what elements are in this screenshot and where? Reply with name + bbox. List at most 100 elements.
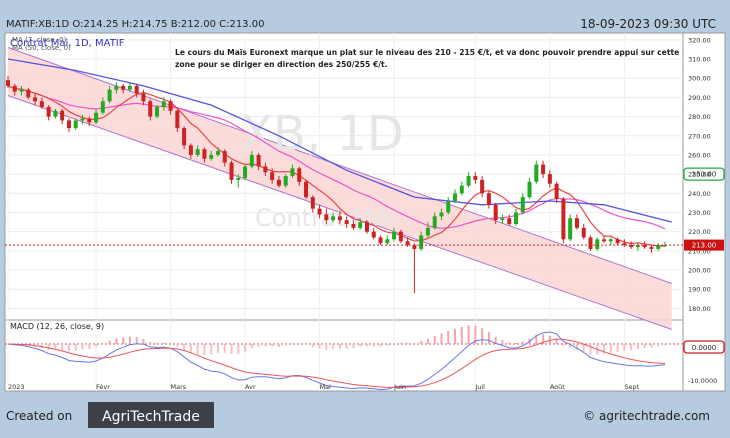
candle-body xyxy=(87,118,92,123)
candle-body xyxy=(615,239,620,244)
candle-body xyxy=(419,235,424,249)
chart-window: XB, 1D Contrat MAI 320.00 310.00 300.00 290… xyxy=(0,0,730,434)
candle-body xyxy=(500,218,505,221)
x-tick-label: Juin xyxy=(393,383,406,391)
candle-body xyxy=(568,218,573,240)
candle-body xyxy=(94,112,99,123)
candle-body xyxy=(588,237,593,249)
candle-body xyxy=(534,164,539,182)
candle-body xyxy=(19,89,24,92)
candle-body xyxy=(480,179,485,194)
candle-body xyxy=(229,162,234,180)
candle-body xyxy=(513,212,518,224)
candle-body xyxy=(405,241,410,246)
candle-body xyxy=(595,239,600,249)
candle-body xyxy=(486,193,491,205)
y-tick-label: 310.00 xyxy=(688,56,711,64)
candle-body xyxy=(66,120,71,129)
candle-body xyxy=(73,120,78,129)
annotation-line-1: Le cours du Maïs Euronext marque un plat… xyxy=(175,48,679,57)
candle-body xyxy=(507,218,512,224)
candle-body xyxy=(425,227,430,236)
y-tick-label: 270.00 xyxy=(688,132,711,140)
candle-body xyxy=(385,239,390,244)
candle-body xyxy=(649,247,654,249)
candle-body xyxy=(520,197,525,213)
y-tick-label: 300.00 xyxy=(688,75,711,83)
candle-body xyxy=(297,168,302,182)
candle-body xyxy=(283,176,288,186)
macd-y-tick-label: -10.0000 xyxy=(688,377,717,385)
candle-body xyxy=(256,154,261,167)
candle xyxy=(283,174,288,188)
candle-body xyxy=(453,193,458,201)
candle-body xyxy=(33,97,38,102)
candle-body xyxy=(243,166,248,178)
last-price-value: 213.00 xyxy=(692,242,717,250)
candle xyxy=(561,197,566,244)
y-tick-label: 280.00 xyxy=(688,113,711,121)
candle xyxy=(568,214,573,242)
x-tick-label: Août xyxy=(550,383,565,391)
candle-body xyxy=(656,245,661,249)
x-tick-label: Mai xyxy=(320,383,332,391)
candle xyxy=(155,105,160,119)
x-tick-label: Févr xyxy=(96,383,110,391)
candle-body xyxy=(561,199,566,240)
candle-body xyxy=(317,208,322,215)
candle-body xyxy=(392,231,397,240)
candle-body xyxy=(364,222,369,232)
candle-body xyxy=(263,166,268,173)
candle-body xyxy=(195,149,200,155)
copyright: © agritechtrade.com xyxy=(583,409,710,423)
candle-body xyxy=(222,151,227,163)
candle-body xyxy=(215,151,220,155)
y-tick-label: 220.00 xyxy=(688,228,711,236)
candle-body xyxy=(148,101,153,117)
candle xyxy=(398,229,403,244)
last-price-tag: 213.00 xyxy=(684,239,724,251)
macd-zero-value: 0.0000 xyxy=(692,344,717,352)
ma7-label: MA (7, close, 0) xyxy=(12,36,67,44)
candle-body xyxy=(493,204,498,221)
candle-body xyxy=(127,85,132,90)
candle-body xyxy=(466,176,471,186)
y-tick-label: 180.00 xyxy=(688,305,711,313)
candle-body xyxy=(270,172,275,180)
candle-body xyxy=(80,118,85,121)
candle-body xyxy=(175,110,180,129)
candle-body xyxy=(161,101,166,107)
candle xyxy=(243,164,248,180)
datetime: 18-09-2023 09:30 UTC xyxy=(580,17,716,31)
candle-body xyxy=(473,176,478,180)
candle-body xyxy=(134,85,139,94)
candle-body xyxy=(358,222,363,228)
candle-body xyxy=(541,164,546,175)
candle-body xyxy=(60,110,65,121)
y-tick-label: 190.00 xyxy=(688,286,711,294)
x-tick-label: 2023 xyxy=(8,383,25,391)
candle-body xyxy=(439,212,444,217)
candle-body xyxy=(554,183,559,200)
y-tick-label: 290.00 xyxy=(688,94,711,102)
candle-body xyxy=(202,149,207,159)
candle-body xyxy=(107,89,112,102)
candle-body xyxy=(527,181,532,198)
y-tick-label: 320.00 xyxy=(688,36,711,44)
candle-body xyxy=(12,85,17,92)
candle-body xyxy=(581,227,586,238)
created-on-label: Created on xyxy=(6,409,72,423)
candle-body xyxy=(304,181,309,198)
candle-body xyxy=(310,197,315,209)
x-tick-label: Juil xyxy=(474,383,485,391)
candle-body xyxy=(141,93,146,102)
candle xyxy=(364,220,369,234)
chart-svg: XB, 1D Contrat MAI 320.00310.00300.00290… xyxy=(4,17,726,428)
candle-body xyxy=(371,231,376,238)
candle-body xyxy=(398,231,403,242)
candle-body xyxy=(378,237,383,244)
candle-body xyxy=(6,80,10,86)
x-tick-label: Mars xyxy=(171,383,187,391)
candle-body xyxy=(155,106,160,117)
candle-body xyxy=(276,179,281,186)
